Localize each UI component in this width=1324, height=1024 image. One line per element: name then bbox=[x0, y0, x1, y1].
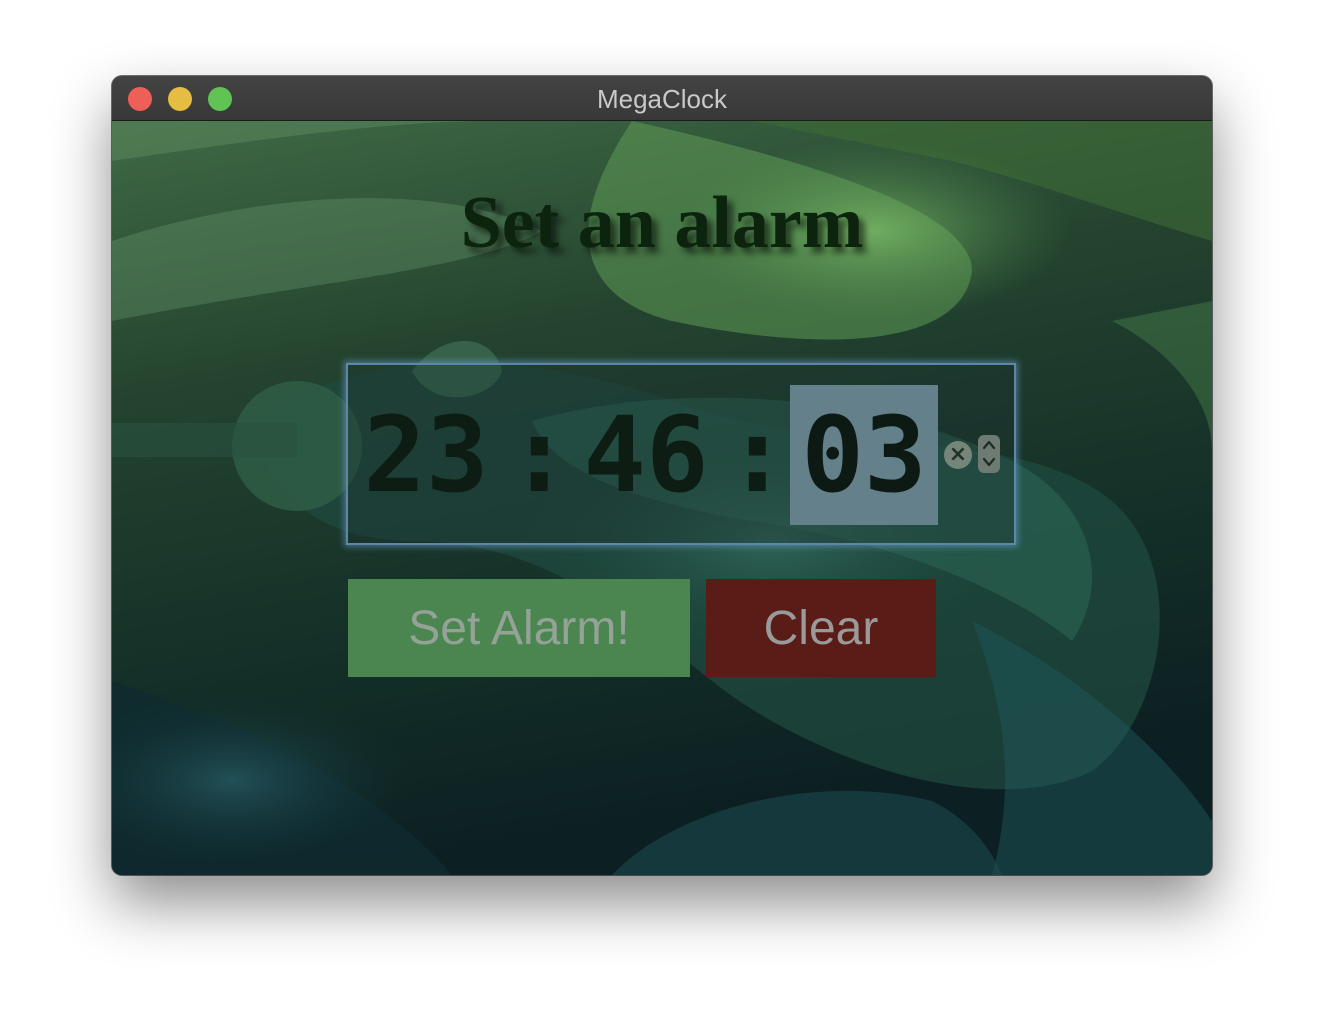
clear-button[interactable]: Clear bbox=[706, 579, 936, 677]
time-separator: : bbox=[726, 394, 789, 516]
time-stepper[interactable] bbox=[978, 435, 1000, 473]
page-heading: Set an alarm bbox=[460, 182, 864, 264]
set-alarm-button[interactable]: Set Alarm! bbox=[348, 579, 690, 677]
clear-time-icon[interactable]: × bbox=[944, 441, 972, 469]
app-window: MegaClock Set an alarm 23: 46: 03 × Se… bbox=[112, 76, 1212, 875]
window-title: MegaClock bbox=[596, 84, 728, 114]
hours-segment[interactable]: 23 bbox=[356, 385, 496, 525]
seconds-segment[interactable]: 03 bbox=[790, 385, 938, 525]
alarm-time-input[interactable]: 23 : 46 : 03 × bbox=[346, 363, 1016, 545]
title-bar[interactable]: MegaClock bbox=[112, 76, 1212, 121]
app-content: Set an alarm 23 : 46 : 03 × Set Alarm! C… bbox=[112, 121, 1212, 875]
time-separator: : bbox=[508, 394, 571, 516]
chevron-up-icon[interactable] bbox=[982, 439, 996, 451]
minutes-segment[interactable]: 46 bbox=[576, 385, 716, 525]
chevron-down-icon[interactable] bbox=[982, 456, 996, 468]
